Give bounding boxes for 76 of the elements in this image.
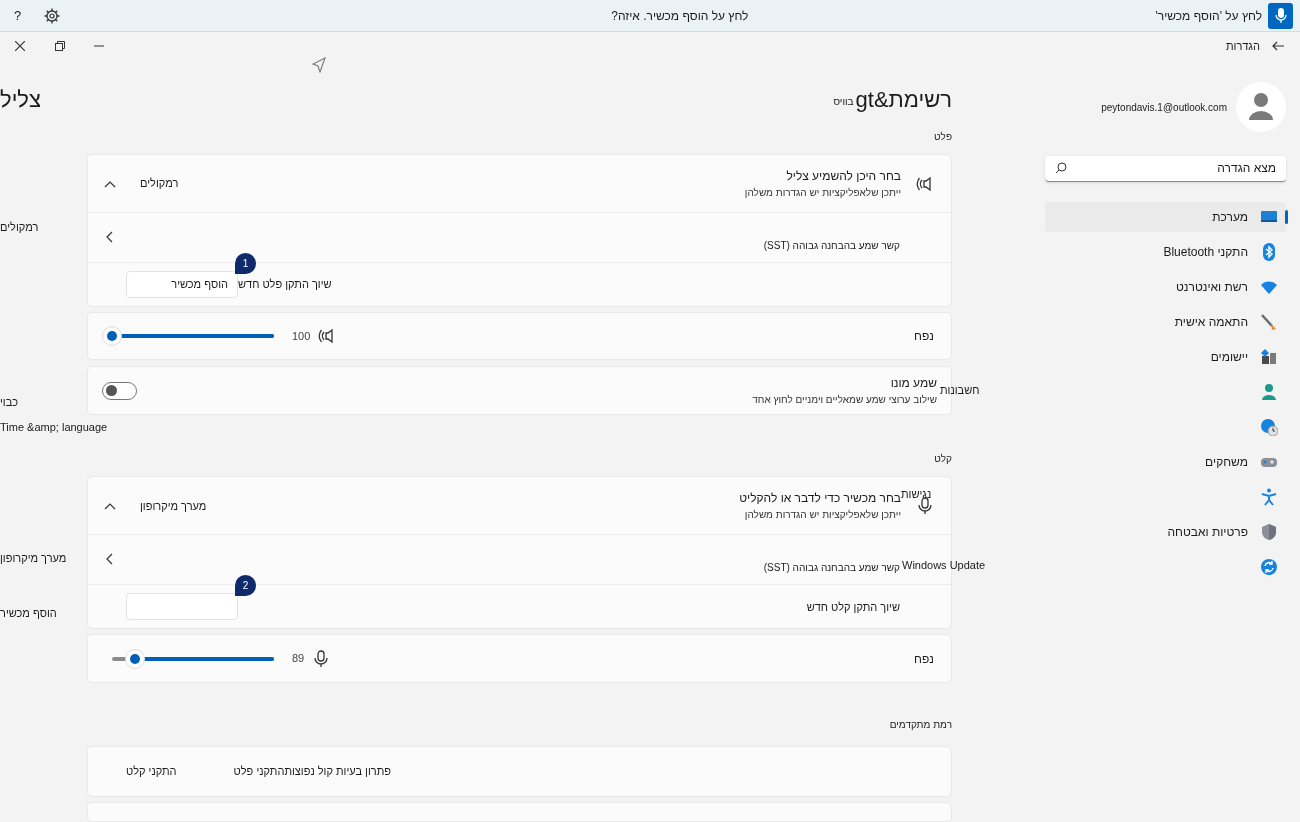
volume-label: נפח	[914, 328, 934, 346]
settings-link[interactable]: פתרון בעיות קול נפוצות	[284, 762, 391, 780]
assist-question: לחץ על הוסף מכשיר. איזה?	[611, 7, 749, 25]
assist-prompt: לחץ על 'הוסף מכשיר'	[1155, 7, 1262, 25]
page-side-title: צליל	[0, 86, 41, 114]
setting-title: בחר היכן להשמיע צליל	[785, 168, 901, 185]
chevron-up-icon[interactable]	[104, 179, 116, 188]
nav-item[interactable]: התאמה אישית	[1045, 307, 1286, 337]
brush-icon	[1260, 313, 1278, 331]
toggle-switch[interactable]	[102, 381, 137, 400]
account-email: peytondavis.1@outlook.com	[1101, 100, 1227, 115]
setting-description: ייתכן שלאפליקציות יש הגדרות משלהן	[743, 508, 901, 523]
search-icon	[1055, 162, 1067, 174]
page-title: רשימת&gt	[855, 85, 952, 114]
volume-reading: 100	[292, 328, 311, 344]
apps-icon	[1260, 348, 1278, 366]
help-button[interactable]: ?	[14, 5, 22, 26]
cursor-icon	[312, 57, 326, 73]
speaker-icon	[916, 174, 934, 193]
page-title-fragment: בוויס	[833, 94, 854, 109]
microphone-icon	[312, 649, 331, 668]
step-badge: 1	[235, 253, 256, 274]
overlay-label: נגישות	[901, 487, 932, 500]
volume-reading: 89	[292, 651, 305, 667]
section-heading: קלט	[933, 452, 952, 467]
setting-description: שילוב ערוצי שמע שמאליים וימניים לחוץ אחד	[752, 393, 937, 408]
microphone-button[interactable]	[1268, 2, 1293, 29]
search-field[interactable]: מצא הגדרה	[1045, 155, 1286, 182]
nav-item[interactable]: התקני Bluetooth	[1045, 237, 1286, 267]
section-heading: פלט	[933, 130, 952, 144]
bluetooth-icon	[1260, 243, 1278, 261]
setting-title: בחר מכשיר כדי לדבר או להקליט	[739, 490, 901, 508]
close-icon[interactable]	[15, 41, 25, 51]
chevron-left-icon[interactable]	[105, 553, 113, 566]
overlay-label: הוסף מכשיר	[0, 606, 57, 621]
slider-thumb[interactable]	[102, 326, 122, 347]
shield-icon	[1260, 523, 1278, 541]
section-heading: רמת מתקדמים	[888, 717, 952, 732]
add-device-button[interactable]: הוסף מכשיר	[126, 271, 238, 298]
overlay-label: רמקולים	[0, 220, 39, 235]
slider-thumb[interactable]	[124, 648, 145, 669]
chevron-up-icon[interactable]	[104, 501, 116, 510]
nav-item[interactable]: פרטיות ואבטחה	[1045, 517, 1286, 547]
setting-title: שמע מונו	[890, 375, 937, 393]
window-title: הגדרות	[1225, 38, 1260, 54]
back-arrow-icon[interactable]	[1272, 41, 1284, 51]
settings-icon[interactable]	[44, 7, 61, 24]
overlay-label: כבוי	[0, 395, 19, 410]
nav-item[interactable]: יישומים	[1045, 342, 1286, 372]
step-badge: 2	[235, 575, 256, 597]
microphone-icon	[1274, 7, 1287, 24]
setting-link[interactable]: קשר שמע בהבחנה גבוהה (SST)	[763, 560, 900, 576]
device-dropdown-value[interactable]: רמקולים	[140, 175, 179, 192]
settings-link[interactable]: התקני פלט	[233, 762, 285, 780]
overlay-label: Windows Update	[902, 558, 986, 573]
overlay-label: חשבונות	[940, 383, 980, 398]
avatar	[1236, 82, 1286, 132]
overlay-label: מערך מיקרופון	[0, 551, 67, 566]
nav-item[interactable]: רשת ואינטרנט	[1045, 272, 1286, 302]
accessibility-icon	[1260, 488, 1278, 506]
volume-label: נפח	[914, 650, 934, 668]
setting-label: שיוך התקן קלט חדש	[806, 599, 900, 615]
nav-item[interactable]: משחקים	[1045, 447, 1286, 477]
setting-description: ייתכן שלאפליקציות יש הגדרות משלהן	[744, 186, 901, 200]
nav-item[interactable]: מערכת	[1045, 202, 1286, 232]
settings-link[interactable]: התקני קלט	[126, 762, 177, 780]
chevron-left-icon[interactable]	[105, 231, 113, 243]
overlay-label: Time &amp; language	[0, 420, 108, 435]
sync-icon	[1260, 558, 1278, 576]
microphone-icon	[916, 496, 934, 515]
setting-link[interactable]: קשר שמע בהבחנה גבוהה (SST)	[763, 238, 900, 253]
person-icon	[1260, 383, 1278, 401]
device-dropdown-value[interactable]: מערך מיקרופון	[140, 497, 207, 515]
globe-clock-icon	[1260, 418, 1278, 436]
restore-icon[interactable]	[55, 41, 65, 51]
setting-label: שיוך התקן פלט חדש	[238, 277, 332, 293]
